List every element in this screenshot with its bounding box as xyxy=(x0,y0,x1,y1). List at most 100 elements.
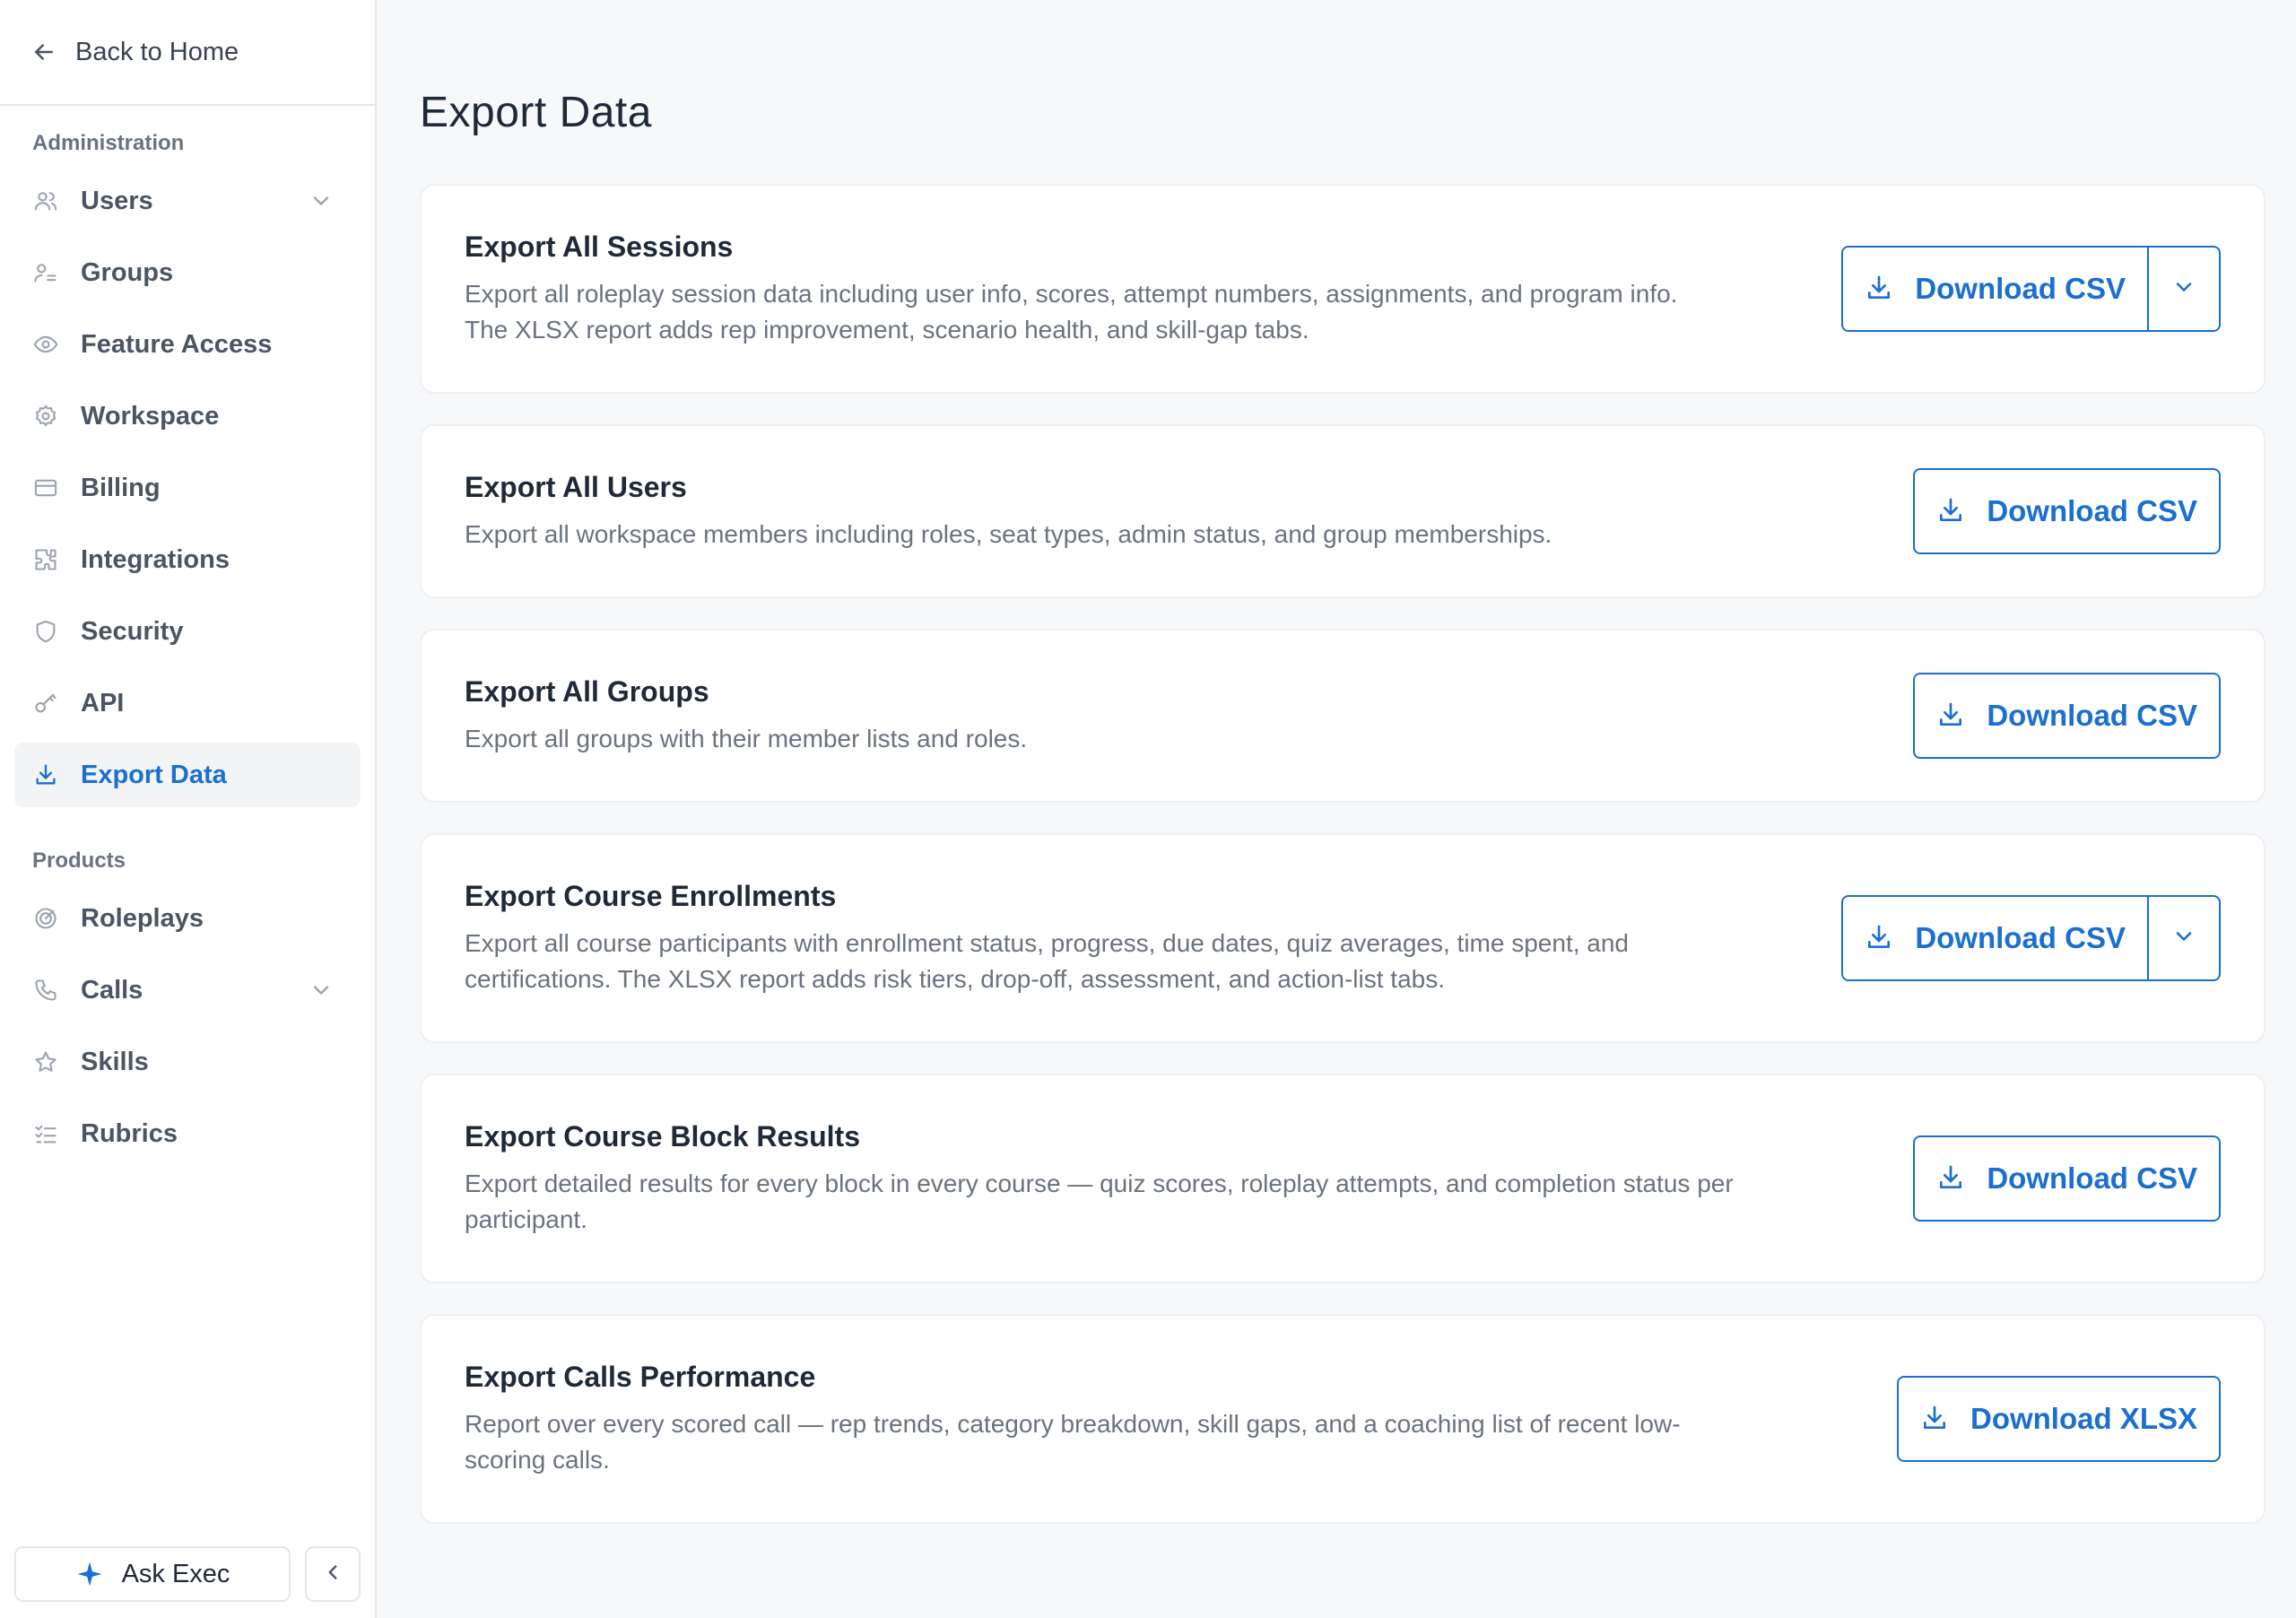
sidebar-item-api[interactable]: API xyxy=(14,671,361,735)
download-button-label: Download CSV xyxy=(1915,921,2126,954)
sidebar-item-label: Users xyxy=(81,186,153,215)
card-description-line: The XLSX report adds rep improvement, sc… xyxy=(465,315,1309,344)
sidebar-item-security[interactable]: Security xyxy=(14,599,361,664)
puzzle-icon xyxy=(32,546,59,573)
card-description: Export all roleplay session data includi… xyxy=(465,276,1677,348)
eye-icon xyxy=(32,331,59,358)
sidebar-item-label: Security xyxy=(81,616,184,646)
sidebar-item-feature-access[interactable]: Feature Access xyxy=(14,312,361,377)
sidebar-item-label: Calls xyxy=(81,975,144,1005)
card-title: Export Course Block Results xyxy=(465,1119,860,1153)
products-section-label: Products xyxy=(32,848,126,873)
download-split-button: Download CSV xyxy=(1841,895,2221,981)
export-card-groups: Export All Groups Export all groups with… xyxy=(420,629,2266,803)
collapse-sidebar-button[interactable] xyxy=(305,1546,361,1602)
groups-icon xyxy=(32,259,59,286)
download-csv-button[interactable]: Download CSV xyxy=(1915,470,2219,552)
sidebar-item-calls[interactable]: Calls xyxy=(14,958,361,1022)
download-icon xyxy=(1865,274,1895,304)
download-button-label: Download CSV xyxy=(1987,494,2197,527)
chevron-down-icon[interactable] xyxy=(309,978,334,1003)
download-icon xyxy=(1936,700,1967,731)
sidebar: Back to Home Administration Users Groups… xyxy=(0,0,377,1618)
page-title: Export Data xyxy=(420,89,652,136)
download-button-wrap: Download CSV xyxy=(1913,1135,2221,1222)
card-description: Export all workspace members including r… xyxy=(465,519,1552,548)
sidebar-item-label: Workspace xyxy=(81,401,220,431)
sidebar-item-export-data[interactable]: Export Data xyxy=(14,743,361,807)
card-description: Export all groups with their member list… xyxy=(465,724,1028,752)
gear-icon xyxy=(32,403,59,430)
card-description-line: Export detailed results for every block … xyxy=(465,1169,1734,1197)
chevron-down-icon xyxy=(2171,274,2196,304)
phone-icon xyxy=(32,977,59,1004)
download-button-label: Download XLSX xyxy=(1970,1402,2197,1435)
chevron-down-icon xyxy=(2171,924,2196,953)
sidebar-item-groups[interactable]: Groups xyxy=(14,240,361,305)
card-description-line: Report over every scored call — rep tren… xyxy=(465,1409,1681,1438)
sidebar-item-label: Roleplays xyxy=(81,903,204,933)
download-icon xyxy=(1865,923,1895,953)
back-to-home-label: Back to Home xyxy=(75,37,239,66)
sidebar-item-label: Integrations xyxy=(81,544,230,574)
app: Back to Home Administration Users Groups… xyxy=(0,0,2296,1618)
download-icon xyxy=(32,761,59,788)
card-description: Report over every scored call — rep tren… xyxy=(465,1406,1681,1478)
card-description-line: Export all roleplay session data includi… xyxy=(465,279,1678,308)
checklist-icon xyxy=(32,1120,59,1147)
sidebar-item-label: Export Data xyxy=(81,760,227,789)
download-button-label: Download CSV xyxy=(1987,1161,2197,1195)
download-format-dropdown[interactable] xyxy=(2147,897,2219,979)
card-description-line: Export all course participants with enro… xyxy=(465,928,1630,957)
sidebar-item-roleplays[interactable]: Roleplays xyxy=(14,886,361,951)
sidebar-item-rubrics[interactable]: Rubrics xyxy=(14,1101,361,1166)
download-xlsx-button[interactable]: Download XLSX xyxy=(1899,1378,2219,1460)
download-csv-button[interactable]: Download CSV xyxy=(1915,1137,2219,1220)
card-description-line: scoring calls. xyxy=(465,1445,610,1474)
card-title: Export All Users xyxy=(465,470,687,503)
export-card-users: Export All Users Export all workspace me… xyxy=(420,424,2266,598)
administration-section-label: Administration xyxy=(32,131,185,155)
download-button-wrap: Download CSV xyxy=(1913,673,2221,759)
shield-icon xyxy=(32,618,59,645)
download-icon xyxy=(1936,1163,1967,1194)
target-icon xyxy=(32,905,59,932)
card-title: Export All Sessions xyxy=(465,230,734,263)
card-title: Export Course Enrollments xyxy=(465,879,837,912)
download-csv-button[interactable]: Download CSV xyxy=(1843,248,2147,330)
chevron-left-icon xyxy=(321,1561,344,1588)
download-button-label: Download CSV xyxy=(1987,699,2197,732)
card-title: Export Calls Performance xyxy=(465,1360,816,1393)
star-icon xyxy=(32,1048,59,1075)
chevron-down-icon[interactable] xyxy=(309,188,334,213)
download-csv-button[interactable]: Download CSV xyxy=(1843,897,2147,979)
card-description: Export detailed results for every block … xyxy=(465,1166,1734,1238)
export-card-calls-performance: Export Calls Performance Report over eve… xyxy=(420,1314,2266,1524)
card-description: Export all course participants with enro… xyxy=(465,926,1629,997)
ask-exec-label: Ask Exec xyxy=(121,1559,230,1588)
sidebar-item-integrations[interactable]: Integrations xyxy=(14,527,361,592)
export-card-course-block-results: Export Course Block Results Export detai… xyxy=(420,1074,2266,1283)
users-icon xyxy=(32,187,59,214)
card-description-line: certifications. The XLSX report adds ris… xyxy=(465,964,1446,993)
key-icon xyxy=(32,690,59,717)
export-card-sessions: Export All Sessions Export all roleplay … xyxy=(420,184,2266,394)
download-button-wrap: Download CSV xyxy=(1913,468,2221,554)
sidebar-item-label: Feature Access xyxy=(81,329,273,359)
download-button-label: Download CSV xyxy=(1915,272,2126,305)
main-content: Export Data Export All Sessions Export a… xyxy=(377,0,2296,1618)
sparkle-icon xyxy=(75,1560,104,1588)
download-button-wrap: Download XLSX xyxy=(1896,1376,2221,1462)
arrow-left-icon xyxy=(30,39,57,65)
card-title: Export All Groups xyxy=(465,674,709,708)
download-format-dropdown[interactable] xyxy=(2147,248,2219,330)
card-description-line: participant. xyxy=(465,1205,587,1233)
download-split-button: Download CSV xyxy=(1841,246,2221,332)
ask-exec-button[interactable]: Ask Exec xyxy=(14,1546,291,1602)
download-csv-button[interactable]: Download CSV xyxy=(1915,674,2219,757)
sidebar-item-users[interactable]: Users xyxy=(14,169,361,233)
sidebar-item-skills[interactable]: Skills xyxy=(14,1030,361,1094)
back-to-home-link[interactable]: Back to Home xyxy=(0,0,375,106)
sidebar-item-workspace[interactable]: Workspace xyxy=(14,384,361,448)
sidebar-item-billing[interactable]: Billing xyxy=(14,456,361,520)
